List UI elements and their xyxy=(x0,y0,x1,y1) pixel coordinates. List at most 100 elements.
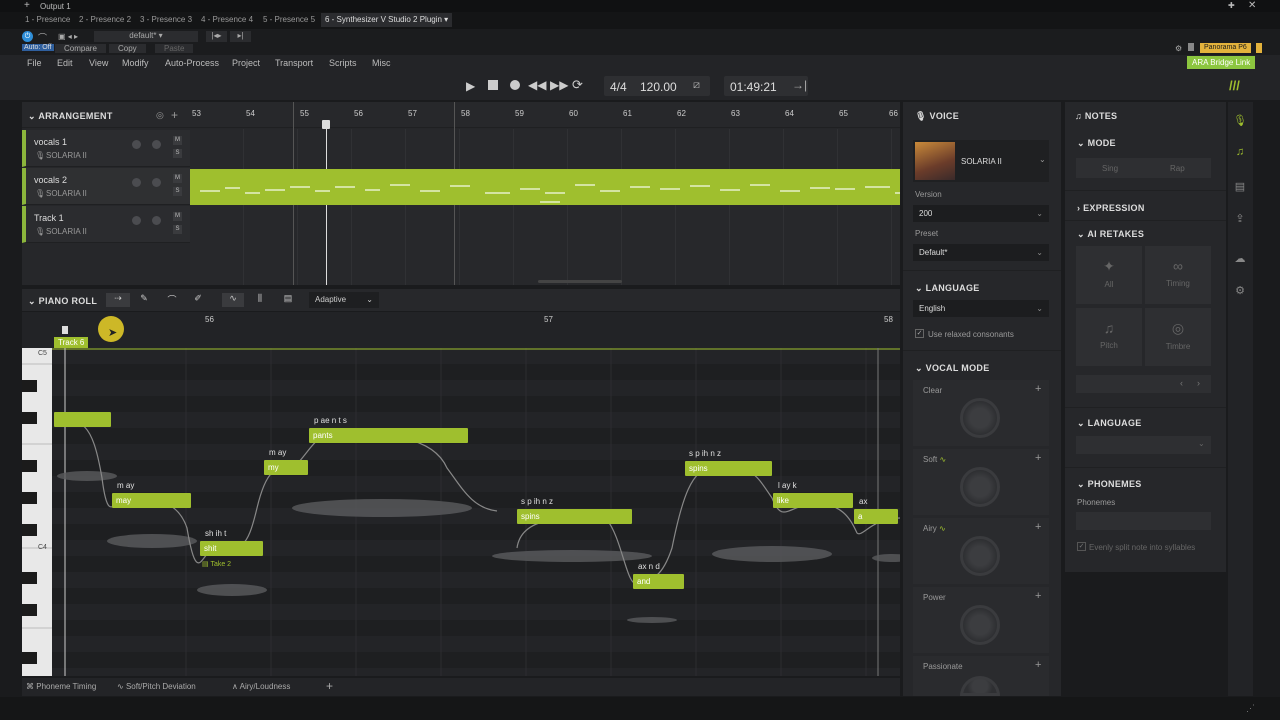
preset-selector[interactable]: default* ▾ xyxy=(94,31,198,42)
export-icon[interactable]: ⇪ xyxy=(1233,212,1247,226)
menu-auto-process[interactable]: Auto-Process xyxy=(165,58,219,68)
preset-select[interactable]: Default* ⌄ xyxy=(913,244,1049,261)
solo-button[interactable]: S xyxy=(173,187,182,196)
retake-pitch-button[interactable]: ♫ Pitch xyxy=(1076,308,1142,366)
note-a[interactable]: a xyxy=(854,509,898,524)
note-spins-2[interactable]: spins xyxy=(685,461,772,476)
note-2-phonemes[interactable]: sh ih t xyxy=(205,529,226,538)
note-4-phonemes[interactable]: p ae n t s xyxy=(314,416,347,425)
tab-presence-4[interactable]: 4 - Presence 4 xyxy=(201,15,253,24)
rap-option[interactable]: Rap xyxy=(1170,164,1185,173)
preset-nav-icon[interactable]: ▣ ◂ ▸ xyxy=(58,32,78,41)
curve-tool-icon[interactable]: ⌒ xyxy=(162,293,182,307)
phonemes-input[interactable] xyxy=(1076,512,1211,530)
menu-transport[interactable]: Transport xyxy=(275,58,313,68)
volume-knob[interactable] xyxy=(132,178,141,187)
stop-icon[interactable] xyxy=(488,80,498,90)
note-may[interactable]: may xyxy=(112,493,191,508)
add-icon[interactable]: + xyxy=(1035,383,1041,395)
note-shit[interactable]: shit xyxy=(200,541,263,556)
close-icon[interactable]: ✕ xyxy=(1248,0,1256,11)
note-pants[interactable]: pants xyxy=(309,428,468,443)
track-vocals-2[interactable]: vocals 2 🎙 SOLARIA II M S xyxy=(22,168,190,205)
select-tool-icon[interactable]: ⇢ xyxy=(106,293,130,307)
note-3-phonemes[interactable]: m ay xyxy=(269,448,286,457)
automation-icon[interactable]: ⌒ xyxy=(38,31,47,44)
language-select[interactable]: English ⌄ xyxy=(913,300,1049,317)
waveform-icon[interactable]: ⫼ xyxy=(250,293,270,307)
tab-presence-2[interactable]: 2 - Presence 2 xyxy=(79,15,131,24)
retake-history[interactable]: ‹ › xyxy=(1076,375,1211,393)
gear-icon[interactable]: ⚙ xyxy=(1233,284,1247,298)
pitch-curve-icon[interactable]: ∿ xyxy=(222,293,244,307)
version-select[interactable]: 200 ⌄ xyxy=(913,205,1049,222)
tab-airy-loudness[interactable]: ∧ Airy/Loudness xyxy=(232,682,290,691)
note-and[interactable]: and xyxy=(633,574,684,589)
split-checkbox[interactable]: ✓ xyxy=(1077,542,1086,551)
note-8-phonemes[interactable]: l ay k xyxy=(778,481,797,490)
compare-button[interactable]: Compare xyxy=(55,44,106,53)
expression-title[interactable]: › EXPRESSION xyxy=(1077,203,1145,213)
settings-icon[interactable]: ⚙ xyxy=(1175,44,1182,53)
jump-to-icon[interactable]: →| xyxy=(792,78,807,92)
ai-retakes-title[interactable]: ⌄ AI RETAKES xyxy=(1077,229,1144,240)
tab-presence-1[interactable]: 1 - Presence xyxy=(25,15,70,24)
add-icon[interactable]: + xyxy=(1035,659,1041,671)
play-icon[interactable]: ▶ xyxy=(466,79,475,93)
pen-tool-icon[interactable]: ✎ xyxy=(134,293,154,307)
track-name[interactable]: Track 1 xyxy=(34,213,64,223)
ara-bridge-link-button[interactable]: ARA Bridge Link xyxy=(1187,56,1256,69)
note-spins[interactable]: spins xyxy=(517,509,632,524)
take-badge[interactable]: ▤ Take 2 xyxy=(202,560,231,568)
track-name[interactable]: vocals 2 xyxy=(34,175,67,185)
menu-project[interactable]: Project xyxy=(232,58,260,68)
menu-scripts[interactable]: Scripts xyxy=(329,58,357,68)
chevron-right-icon[interactable]: › xyxy=(1197,378,1200,388)
solo-button[interactable]: S xyxy=(173,225,182,234)
language-title[interactable]: ⌄ LANGUAGE xyxy=(915,283,980,294)
add-parameter-icon[interactable]: + xyxy=(326,679,333,693)
tab-soft-pitch[interactable]: ∿ Soft/Pitch Deviation xyxy=(117,682,196,691)
menu-modify[interactable]: Modify xyxy=(122,58,149,68)
phonemes-title[interactable]: ⌄ PHONEMES xyxy=(1077,479,1142,490)
arrangement-ruler[interactable]: 53 54 55 56 57 58 59 60 61 62 63 64 65 6… xyxy=(190,102,900,128)
notes-language-select[interactable]: ⌄ xyxy=(1076,436,1211,454)
document-icon[interactable]: ▤ xyxy=(1233,180,1247,194)
pr-playhead-handle[interactable] xyxy=(62,326,68,334)
tab-presence-5[interactable]: 5 - Presence 5 xyxy=(263,15,315,24)
track-voice[interactable]: SOLARIA II xyxy=(46,151,87,160)
passionate-knob[interactable] xyxy=(960,676,1000,696)
menu-edit[interactable]: Edit xyxy=(57,58,73,68)
mute-button[interactable]: M xyxy=(173,136,182,145)
relaxed-checkbox[interactable]: ✓ xyxy=(915,329,924,338)
pan-knob[interactable] xyxy=(152,140,161,149)
mode-title[interactable]: ⌄ MODE xyxy=(1077,138,1116,149)
chevron-left-icon[interactable]: ‹ xyxy=(1180,378,1183,388)
clear-knob[interactable] xyxy=(960,398,1000,438)
note-7-phonemes[interactable]: s p ih n z xyxy=(689,449,721,458)
sidechain-icon[interactable]: |◂▸ xyxy=(206,31,227,42)
fast-forward-icon[interactable]: ▶▶ xyxy=(550,78,568,92)
menu-file[interactable]: File xyxy=(27,58,42,68)
mute-button[interactable]: M xyxy=(173,174,182,183)
rewind-icon[interactable]: ◀◀ xyxy=(528,78,546,92)
notes-language-title[interactable]: ⌄ LANGUAGE xyxy=(1077,418,1142,429)
arrangement-grid[interactable] xyxy=(190,129,900,285)
snap-mode-select[interactable]: Adaptive ⌄ xyxy=(309,292,379,308)
pan-knob[interactable] xyxy=(152,216,161,225)
note-0[interactable] xyxy=(54,412,111,427)
target-icon[interactable]: ◎ xyxy=(156,110,164,121)
note-9-phonemes[interactable]: ax xyxy=(859,497,867,506)
power-knob[interactable] xyxy=(960,605,1000,645)
note-6-phonemes[interactable]: ax n d xyxy=(638,562,660,571)
piano-roll-grid[interactable] xyxy=(52,348,900,676)
music-note-icon[interactable]: ♫ xyxy=(1233,146,1247,160)
copy-button[interactable]: Copy xyxy=(109,44,146,53)
add-icon[interactable]: + xyxy=(1035,452,1041,464)
voice-selector[interactable]: SOLARIA II ⌄ xyxy=(913,140,1049,182)
retake-timing-button[interactable]: ∞ Timing xyxy=(1145,246,1211,304)
add-icon[interactable]: + xyxy=(1035,521,1041,533)
add-icon[interactable]: + xyxy=(1035,590,1041,602)
menu-misc[interactable]: Misc xyxy=(372,58,391,68)
track-name[interactable]: vocals 1 xyxy=(34,137,67,147)
